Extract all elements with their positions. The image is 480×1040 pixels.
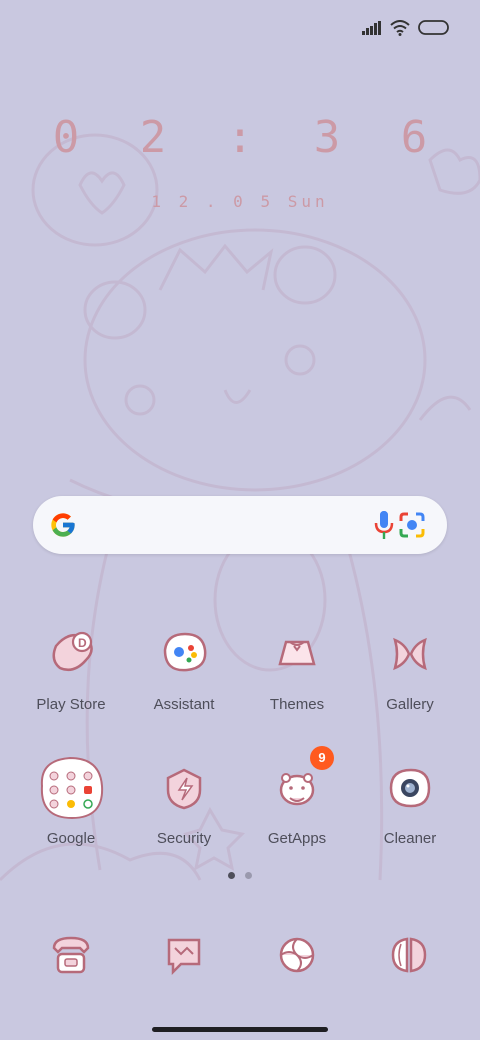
app-getapps[interactable]: 9 GetApps	[242, 746, 352, 847]
mic-icon[interactable]	[373, 510, 395, 540]
app-label: Google	[46, 830, 96, 847]
svg-text:D: D	[78, 636, 87, 650]
app-label: Assistant	[153, 696, 215, 713]
app-assistant[interactable]: Assistant	[129, 622, 239, 713]
page-dot-1[interactable]	[228, 872, 235, 879]
page-indicator	[0, 872, 480, 879]
dock-phone[interactable]	[38, 922, 104, 988]
app-play-store[interactable]: D Play Store	[16, 622, 126, 713]
browser-icon	[279, 937, 315, 973]
app-label: Security	[156, 830, 212, 847]
app-cleaner[interactable]: Cleaner	[355, 756, 465, 847]
assistant-icon	[151, 622, 217, 688]
app-label: Themes	[269, 696, 325, 713]
google-g-icon	[51, 513, 75, 537]
dock-messages[interactable]	[151, 922, 217, 988]
phone-icon	[52, 936, 90, 974]
page-dot-2[interactable]	[245, 872, 252, 879]
app-gallery[interactable]: Gallery	[355, 622, 465, 713]
app-label: GetApps	[267, 830, 327, 847]
security-icon	[151, 756, 217, 822]
wifi-icon	[390, 20, 410, 36]
lens-icon[interactable]	[398, 511, 426, 539]
app-google-folder[interactable]: Google	[16, 756, 126, 847]
notification-badge: 9	[310, 746, 334, 770]
cleaner-icon	[377, 756, 443, 822]
dock-camera[interactable]	[377, 922, 443, 988]
play-store-icon: D	[38, 622, 104, 688]
google-search-bar[interactable]	[33, 496, 447, 554]
battery-icon	[418, 20, 449, 35]
messages-icon	[167, 938, 201, 976]
app-label: Cleaner	[383, 830, 437, 847]
app-security[interactable]: Security	[129, 756, 239, 847]
home-indicator[interactable]	[152, 1027, 328, 1032]
camera-icon	[391, 937, 427, 973]
gallery-icon	[377, 622, 443, 688]
app-label: Play Store	[36, 696, 106, 713]
getapps-icon: 9	[264, 746, 334, 822]
clock-date[interactable]: 1 2 . 0 5 Sun	[0, 192, 480, 211]
themes-icon	[264, 622, 330, 688]
app-themes[interactable]: Themes	[242, 622, 352, 713]
app-label: Gallery	[386, 696, 434, 713]
clock-time[interactable]: 0 2 : 3 6	[0, 112, 480, 163]
signal-icon	[362, 21, 381, 35]
dock-browser[interactable]	[264, 922, 330, 988]
status-bar	[362, 14, 450, 42]
google-folder-icon	[38, 756, 104, 822]
